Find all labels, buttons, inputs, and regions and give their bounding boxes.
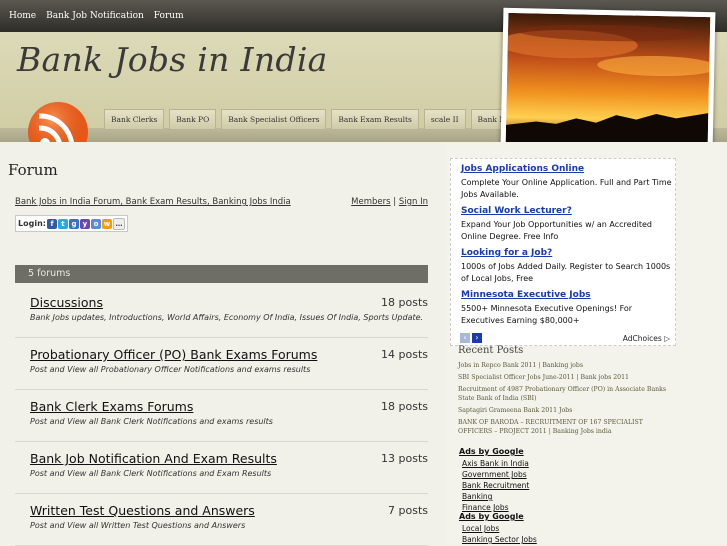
sunset-header-photo xyxy=(500,7,716,153)
members-link[interactable]: Members xyxy=(351,197,390,207)
google-ad-link[interactable]: Bank Recruitment xyxy=(462,481,529,490)
login-label: Login: xyxy=(18,219,46,228)
category-nav: Bank Clerks Bank PO Bank Specialist Offi… xyxy=(104,109,546,130)
windows-icon[interactable]: w xyxy=(101,218,112,229)
page-title: Forum xyxy=(8,161,58,179)
nav-home-link[interactable]: Home xyxy=(9,11,36,21)
forum-row: Bank Job Notification And Exam Results P… xyxy=(15,443,428,494)
forum-title-written-test[interactable]: Written Test Questions and Answers xyxy=(30,503,255,518)
forum-post-count: 18 posts xyxy=(381,296,428,309)
google-ad-link[interactable]: Finance Jobs xyxy=(462,503,509,512)
breadcrumb[interactable]: Bank Jobs in India Forum, Bank Exam Resu… xyxy=(15,197,291,207)
facebook-icon[interactable]: f xyxy=(46,218,57,229)
ad-item: Minnesota Executive Jobs 5500+ Minnesota… xyxy=(461,290,673,327)
adchoices-link[interactable]: AdChoices ▷ xyxy=(623,334,670,343)
twitter-icon[interactable]: t xyxy=(57,218,68,229)
forum-description: Post and View all Bank Clerk Notificatio… xyxy=(30,469,272,478)
ad-title[interactable]: Looking for a Job? xyxy=(461,248,673,258)
nav-bank-job-notification-link[interactable]: Bank Job Notification xyxy=(46,11,144,21)
ads-by-google-heading[interactable]: Ads by Google xyxy=(459,447,524,456)
forum-post-count: 13 posts xyxy=(381,452,428,465)
forum-title-probationary-officer[interactable]: Probationary Officer (PO) Bank Exams For… xyxy=(30,347,317,362)
cat-bank-clerks[interactable]: Bank Clerks xyxy=(104,109,165,130)
ad-prev-icon[interactable]: ‹ xyxy=(460,333,470,343)
sign-in-link[interactable]: Sign In xyxy=(399,197,428,207)
cat-bank-po[interactable]: Bank PO xyxy=(169,109,217,130)
recent-post-link[interactable]: Saptagiri Grameena Bank 2011 Jobs xyxy=(458,406,673,415)
member-links-separator: | xyxy=(393,197,397,207)
google-ad-link[interactable]: Banking Sector Jobs xyxy=(462,535,537,544)
forum-row: Discussions Bank Jobs updates, Introduct… xyxy=(15,287,428,338)
cat-bank-exam-results[interactable]: Bank Exam Results xyxy=(331,109,419,130)
ad-item: Looking for a Job? 1000s of Jobs Added D… xyxy=(461,248,673,285)
yahoo-icon[interactable]: y xyxy=(79,218,90,229)
forum-row: Written Test Questions and Answers Post … xyxy=(15,495,428,546)
recent-posts-heading: Recent Posts xyxy=(458,345,524,356)
recent-post-link[interactable]: Recruitment of 4987 Probationary Officer… xyxy=(458,385,673,403)
rss-feed-icon[interactable] xyxy=(25,99,91,143)
ad-next-icon[interactable]: › xyxy=(472,333,482,343)
ad-title[interactable]: Jobs Applications Online xyxy=(461,164,673,174)
google-icon[interactable]: g xyxy=(68,218,79,229)
forum-row: Probationary Officer (PO) Bank Exams For… xyxy=(15,339,428,390)
ad-item: Jobs Applications Online Complete Your O… xyxy=(461,164,673,201)
recent-post-link[interactable]: SBI Specialist Officer Jobs June-2011 | … xyxy=(458,373,673,382)
adchoices-icon: ▷ xyxy=(664,334,670,343)
ad-title[interactable]: Social Work Lecturer? xyxy=(461,206,673,216)
member-links: Members | Sign In xyxy=(351,197,428,207)
google-ad-link[interactable]: Axis Bank in India xyxy=(462,459,529,468)
forum-title-discussions[interactable]: Discussions xyxy=(30,295,103,310)
cat-scale-ii[interactable]: scale II xyxy=(423,109,466,130)
recent-post-link[interactable]: BANK OF BARODA – RECRUITMENT OF 167 SPEC… xyxy=(458,418,673,436)
google-ad-link[interactable]: Local Jobs xyxy=(462,524,499,533)
forum-row: Bank Clerk Exams Forums Post and View al… xyxy=(15,391,428,442)
ad-navigation: ‹ › xyxy=(460,333,484,343)
forum-description: Post and View all Written Test Questions… xyxy=(30,521,246,530)
forum-post-count: 7 posts xyxy=(388,504,428,517)
forums-count-header: 5 forums xyxy=(15,265,428,283)
ad-item: Social Work Lecturer? Expand Your Job Op… xyxy=(461,206,673,243)
cat-bank-specialist-officers[interactable]: Bank Specialist Officers xyxy=(221,109,327,130)
ads-by-google-heading[interactable]: Ads by Google xyxy=(459,512,524,521)
ad-block: Jobs Applications Online Complete Your O… xyxy=(450,158,676,346)
ad-title[interactable]: Minnesota Executive Jobs xyxy=(461,290,673,300)
more-providers-icon[interactable]: … xyxy=(112,217,125,230)
google-ad-link[interactable]: Government Jobs xyxy=(462,470,527,479)
adchoices-label: AdChoices xyxy=(622,334,662,343)
nav-forum-link[interactable]: Forum xyxy=(154,11,184,21)
ad-body: 1000s of Jobs Added Daily. Register to S… xyxy=(461,262,671,283)
forum-post-count: 18 posts xyxy=(381,400,428,413)
google-ad-link[interactable]: Banking xyxy=(462,492,492,501)
forum-description: Post and View all Probationary Officer N… xyxy=(30,365,311,374)
forum-title-bank-clerk-exams[interactable]: Bank Clerk Exams Forums xyxy=(30,399,193,414)
top-nav: Home Bank Job Notification Forum xyxy=(4,0,189,32)
site-title[interactable]: Bank Jobs in India xyxy=(17,40,328,79)
forum-description: Post and View all Bank Clerk Notificatio… xyxy=(30,417,273,426)
ad-body: Expand Your Job Opportunities w/ an Accr… xyxy=(461,220,652,241)
ad-body: Complete Your Online Application. Full a… xyxy=(461,178,672,199)
forum-title-bank-job-notification[interactable]: Bank Job Notification And Exam Results xyxy=(30,451,277,466)
recent-post-link[interactable]: Jobs in Repco Bank 2011 | Banking jobs xyxy=(458,361,673,370)
forum-post-count: 14 posts xyxy=(381,348,428,361)
social-login-bar: Login: f t g y o w … xyxy=(15,215,128,232)
forum-description: Bank Jobs updates, Introductions, World … xyxy=(30,313,424,322)
ad-body: 5500+ Minnesota Executive Openings! For … xyxy=(461,304,633,325)
openid-icon[interactable]: o xyxy=(90,218,101,229)
